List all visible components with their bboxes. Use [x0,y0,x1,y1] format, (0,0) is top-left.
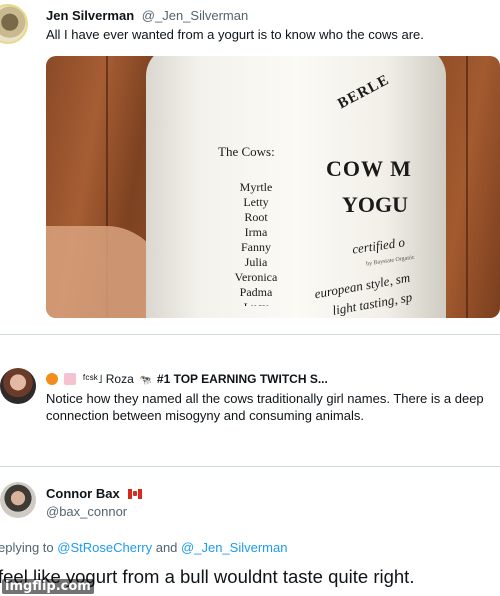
pumpkin-emoji-icon [46,373,58,385]
display-name[interactable]: Connor Bax [46,486,120,501]
replying-to: eplying to @StRoseCherry and @_Jen_Silve… [0,540,287,555]
replying-and: and [152,540,182,555]
cow-emoji-icon: 🐄 [139,375,152,386]
avatar[interactable] [0,368,36,404]
cow-name: Veronica [234,270,278,284]
tweet-jen-silverman[interactable]: Jen Silverman @_Jen_Silverman All I have… [0,0,500,330]
cow-name: Fanny [241,240,271,254]
avatar[interactable] [0,4,28,44]
cow-name: Root [244,210,268,224]
tweet-connor-bax[interactable]: Connor Bax @bax_connor eplying to @StRos… [0,476,500,596]
display-name-suffix[interactable]: #1 TOP EARNING TWITCH S... [157,372,328,386]
cow-name-list: Myrtle Letty Root Irma Fanny Julia Veron… [216,180,296,306]
tweet-roza[interactable]: ᶠᶜˢᵏ˩ Roza 🐄 #1 TOP EARNING TWITCH S... … [0,340,500,460]
cow-name: Letty [243,195,269,209]
user-handle[interactable]: @_Jen_Silverman [142,8,248,23]
mention-link[interactable]: @_Jen_Silverman [181,540,287,555]
user-handle[interactable]: @bax_connor [46,504,127,519]
divider [0,466,500,467]
floor-plank-line [466,56,468,318]
cows-title: The Cows: [218,144,275,159]
author-row: Jen Silverman @_Jen_Silverman [46,8,248,23]
display-name[interactable]: Jen Silverman [46,8,134,23]
tweet-text: All I have ever wanted from a yogurt is … [46,27,424,42]
cow-name: Myrtle [239,180,273,194]
cake-emoji-icon [64,373,77,385]
canada-flag-icon [128,489,143,499]
jar-product-line1: COW M [326,156,412,181]
cow-name: Julia [244,255,268,269]
author-row: ᶠᶜˢᵏ˩ Roza 🐄 #1 TOP EARNING TWITCH S... [46,372,328,386]
avatar[interactable] [0,482,36,518]
tweet-photo[interactable]: The Cows: Myrtle Letty Root Irma Fanny J… [46,56,500,318]
cow-name: Lucy [216,300,296,306]
tweet-text: Notice how they named all the cows tradi… [46,391,484,423]
imgflip-watermark: imgflip.com [2,579,94,594]
mention-link[interactable]: @StRoseCherry [57,540,152,555]
author-row: Connor Bax [46,486,143,501]
divider [0,334,500,335]
jar-product-line2: YOGU [342,192,408,217]
display-name[interactable]: ᶠᶜˢᵏ˩ Roza [83,372,134,386]
replying-prefix: eplying to [0,540,58,555]
cow-name: Irma [244,225,268,239]
cow-name: Padma [239,285,273,299]
